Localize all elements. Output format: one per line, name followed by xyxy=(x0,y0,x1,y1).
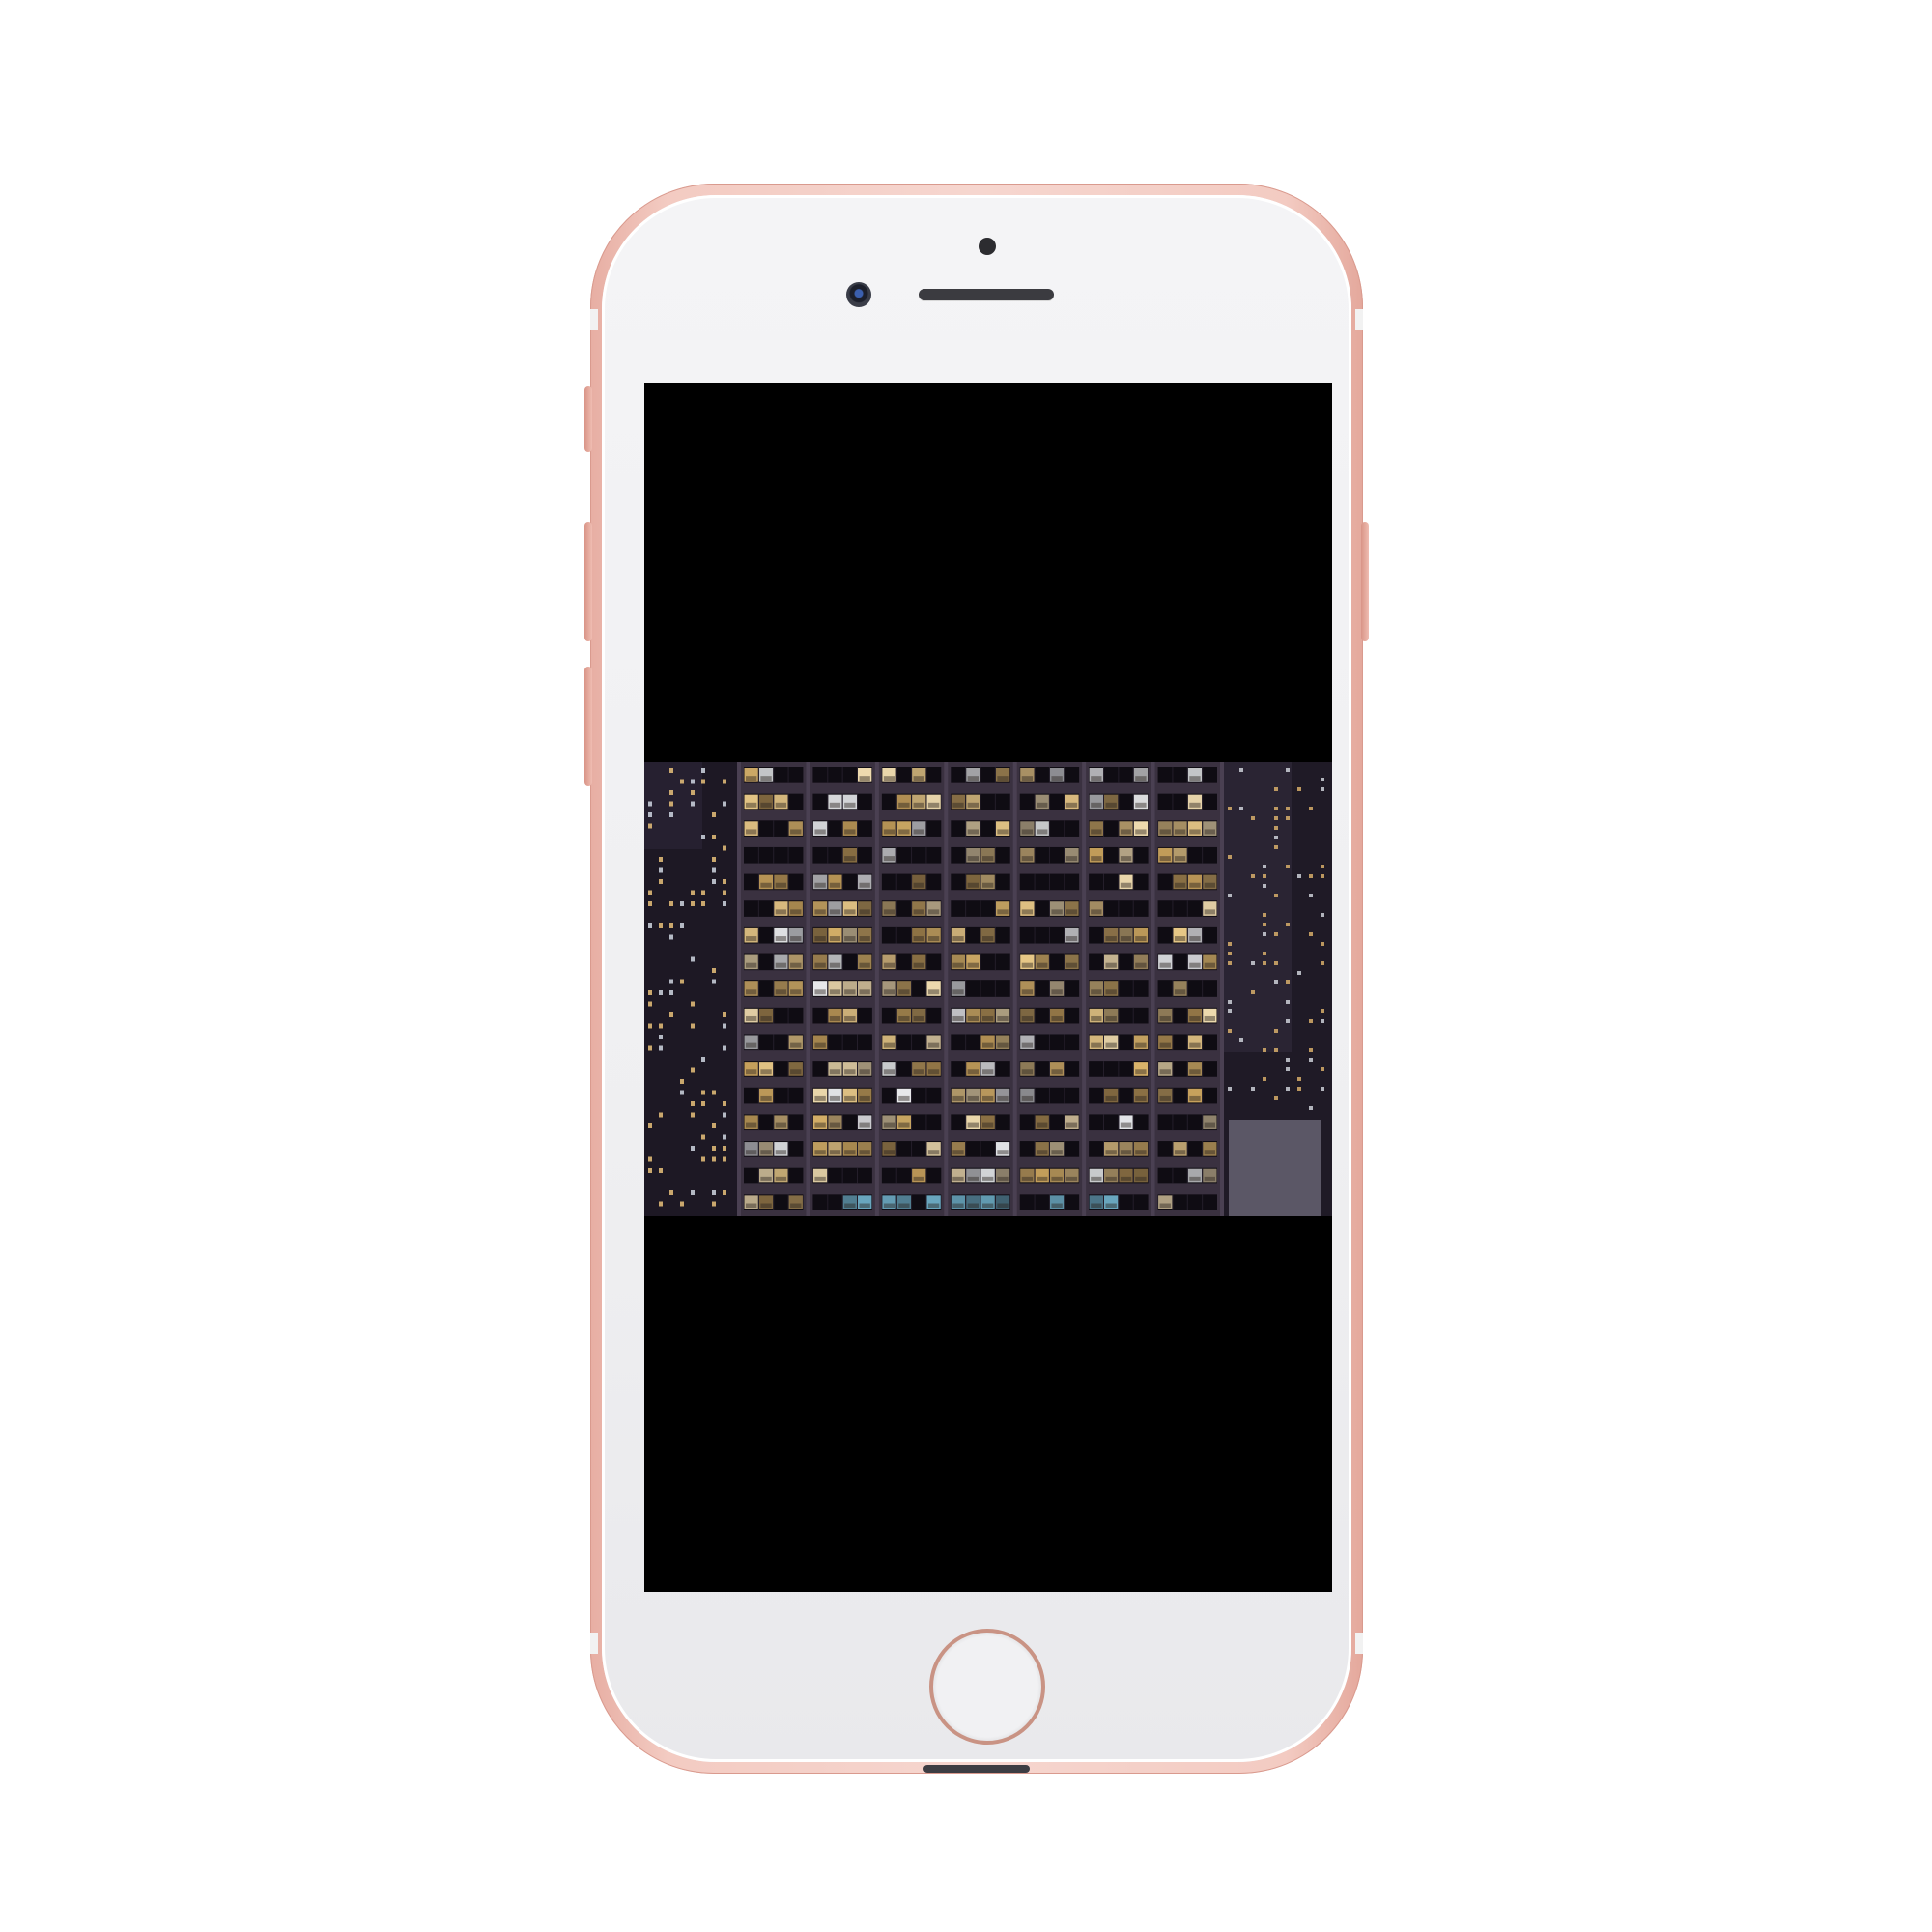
volume-down-button[interactable] xyxy=(584,667,592,786)
antenna-line-top-right xyxy=(1355,309,1363,330)
lightning-port xyxy=(923,1765,1030,1773)
front-camera-icon xyxy=(846,282,871,307)
page xyxy=(0,0,1932,1932)
power-button[interactable] xyxy=(1361,522,1369,641)
phone-frame xyxy=(584,184,1369,1774)
antenna-line-bottom-left xyxy=(590,1633,598,1654)
home-button[interactable] xyxy=(929,1629,1045,1745)
phone-screen[interactable] xyxy=(644,383,1332,1592)
volume-up-button[interactable] xyxy=(584,522,592,641)
night-building-photo xyxy=(644,762,1332,1216)
antenna-line-bottom-right xyxy=(1355,1633,1363,1654)
antenna-line-top-left xyxy=(590,309,598,330)
earpiece-speaker xyxy=(919,289,1054,300)
mute-switch[interactable] xyxy=(584,386,592,452)
proximity-sensor xyxy=(979,238,996,255)
phone-face xyxy=(602,195,1351,1762)
